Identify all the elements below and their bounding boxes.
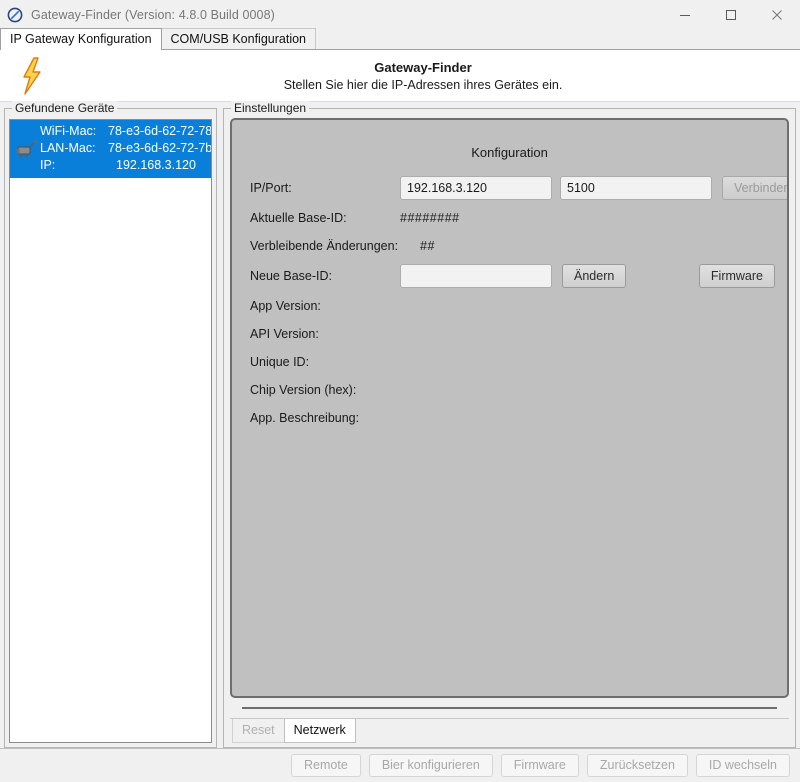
tab-label: IP Gateway Konfiguration bbox=[10, 32, 152, 46]
device-list[interactable]: WiFi-Mac: 78-e3-6d-62-72-78 LAN-Mac: 78-… bbox=[9, 119, 212, 743]
id-wechseln-button[interactable]: ID wechseln bbox=[695, 754, 790, 777]
api-version-label: API Version: bbox=[250, 327, 319, 341]
settings-bottom-tabs: Reset Netzwerk bbox=[230, 718, 789, 743]
bottom-tab-label: Netzwerk bbox=[293, 723, 346, 737]
ip-port-label: IP/Port: bbox=[250, 181, 292, 195]
current-base-id-label: Aktuelle Base-ID: bbox=[250, 211, 347, 225]
app-version-row: App Version: bbox=[250, 296, 775, 316]
current-base-id-row: Aktuelle Base-ID: ######## bbox=[250, 208, 775, 228]
bottom-tab-label: Reset bbox=[242, 723, 275, 737]
lightning-bolt-icon bbox=[8, 56, 56, 95]
connect-button[interactable]: Verbinden bbox=[722, 176, 787, 200]
tab-ip-gateway-konfiguration[interactable]: IP Gateway Konfiguration bbox=[0, 28, 162, 50]
maximize-icon[interactable] bbox=[708, 0, 754, 29]
router-device-icon bbox=[14, 139, 40, 158]
change-button[interactable]: Ändern bbox=[562, 264, 627, 288]
remote-button[interactable]: Remote bbox=[291, 754, 361, 777]
port-input[interactable]: 5100 bbox=[560, 176, 712, 200]
device-ip-row: IP: 192.168.3.120 bbox=[40, 157, 211, 174]
close-icon[interactable] bbox=[754, 0, 800, 29]
unique-id-label: Unique ID: bbox=[250, 355, 310, 369]
bottom-action-bar: Remote Bier konfigurieren Firmware Zurüc… bbox=[0, 748, 800, 782]
configuration-form: IP/Port: 192.168.3.120 5100 Verbinden Ak… bbox=[232, 176, 787, 428]
device-ip-label: IP: bbox=[40, 158, 56, 172]
banner-title: Gateway-Finder bbox=[374, 59, 472, 75]
remaining-changes-value: ## bbox=[420, 239, 435, 253]
settings-panel: Einstellungen Konfiguration IP/Port: 192… bbox=[223, 101, 796, 748]
configuration-panel: Konfiguration IP/Port: 192.168.3.120 510… bbox=[230, 118, 789, 698]
new-base-id-label: Neue Base-ID: bbox=[250, 269, 332, 283]
panel-separator bbox=[230, 698, 789, 718]
found-devices-panel: Gefundene Geräte WiFi-Mac: 78-e3-6d-62-7… bbox=[4, 101, 217, 748]
device-wifi-mac-label: WiFi-Mac: bbox=[40, 124, 97, 138]
new-base-id-row: Neue Base-ID: Ändern Firmware bbox=[250, 264, 775, 288]
separator-line bbox=[242, 707, 777, 709]
device-lan-mac-row: LAN-Mac: 78-e3-6d-62-72-7b bbox=[40, 140, 212, 157]
tab-com-usb-konfiguration[interactable]: COM/USB Konfiguration bbox=[160, 28, 317, 49]
window-controls bbox=[662, 0, 800, 29]
bier-konfigurieren-button[interactable]: Bier konfigurieren bbox=[368, 754, 493, 777]
main-tab-strip: IP Gateway Konfiguration COM/USB Konfigu… bbox=[0, 28, 800, 50]
header-banner: Gateway-Finder Stellen Sie hier die IP-A… bbox=[0, 50, 800, 107]
device-lan-mac-value: 78-e3-6d-62-72-7b bbox=[108, 141, 212, 155]
device-lan-mac-label: LAN-Mac: bbox=[40, 141, 96, 155]
title-bar: Gateway-Finder (Version: 4.8.0 Build 000… bbox=[0, 0, 800, 29]
chip-version-row: Chip Version (hex): bbox=[250, 380, 775, 400]
ip-address-input[interactable]: 192.168.3.120 bbox=[400, 176, 552, 200]
device-wifi-mac-value: 78-e3-6d-62-72-78 bbox=[108, 124, 212, 138]
found-devices-legend: Gefundene Geräte bbox=[12, 101, 118, 115]
zuruecksetzen-button[interactable]: Zurücksetzen bbox=[586, 754, 688, 777]
minimize-icon[interactable] bbox=[662, 0, 708, 29]
remaining-changes-label: Verbleibende Änderungen: bbox=[250, 239, 399, 253]
app-description-row: App. Beschreibung: bbox=[250, 408, 775, 428]
unique-id-row: Unique ID: bbox=[250, 352, 775, 372]
bottom-tab-reset[interactable]: Reset bbox=[232, 719, 285, 743]
circle-slash-icon bbox=[6, 6, 24, 24]
firmware-action-button[interactable]: Firmware bbox=[500, 754, 579, 777]
window-title: Gateway-Finder (Version: 4.8.0 Build 000… bbox=[31, 7, 275, 22]
application-window: Gateway-Finder (Version: 4.8.0 Build 000… bbox=[0, 0, 800, 782]
app-description-label: App. Beschreibung: bbox=[250, 411, 360, 425]
configuration-title: Konfiguration bbox=[471, 145, 548, 160]
main-content: Gefundene Geräte WiFi-Mac: 78-e3-6d-62-7… bbox=[0, 101, 800, 748]
banner-subtitle: Stellen Sie hier die IP-Adressen ihres G… bbox=[283, 77, 563, 92]
device-ip-value: 192.168.3.120 bbox=[116, 158, 196, 172]
device-wifi-mac-row: WiFi-Mac: 78-e3-6d-62-72-78 bbox=[40, 123, 212, 140]
current-base-id-value: ######## bbox=[400, 211, 460, 225]
list-item[interactable]: WiFi-Mac: 78-e3-6d-62-72-78 LAN-Mac: 78-… bbox=[10, 120, 211, 178]
app-version-label: App Version: bbox=[250, 299, 321, 313]
banner-text-block: Gateway-Finder Stellen Sie hier die IP-A… bbox=[56, 60, 800, 92]
remaining-changes-row: Verbleibende Änderungen: ## bbox=[250, 236, 775, 256]
new-base-id-input[interactable] bbox=[400, 264, 552, 288]
chip-version-label: Chip Version (hex): bbox=[250, 383, 357, 397]
settings-legend: Einstellungen bbox=[231, 101, 310, 115]
api-version-row: API Version: bbox=[250, 324, 775, 344]
ip-port-row: IP/Port: 192.168.3.120 5100 Verbinden bbox=[250, 176, 787, 200]
device-info: WiFi-Mac: 78-e3-6d-62-72-78 LAN-Mac: 78-… bbox=[40, 123, 212, 174]
bottom-tab-netzwerk[interactable]: Netzwerk bbox=[283, 719, 356, 743]
firmware-button[interactable]: Firmware bbox=[698, 264, 775, 288]
tab-label: COM/USB Konfiguration bbox=[170, 32, 307, 46]
